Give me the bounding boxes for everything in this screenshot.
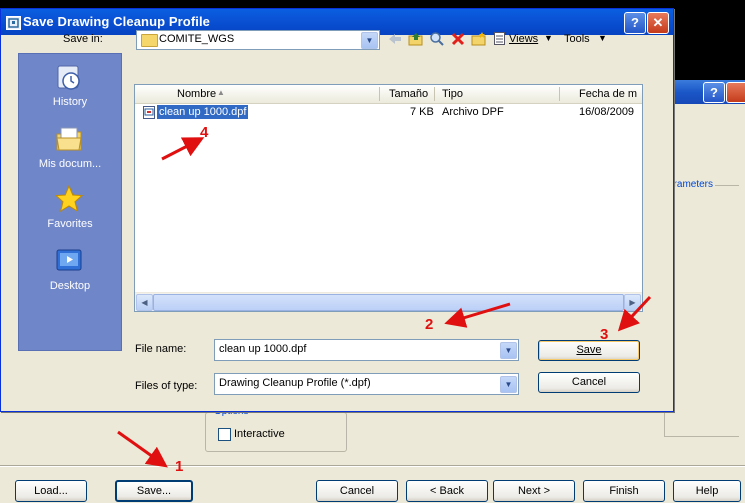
- annotation-overlay: [117, 137, 652, 468]
- annotation-arrow-4: [161, 137, 205, 161]
- annotation-number-4: 4: [200, 124, 209, 141]
- annotation-number-3: 3: [600, 326, 609, 343]
- annotation-arrow-1: [117, 430, 168, 468]
- annotation-arrow-2: [444, 302, 511, 328]
- annotation-number-1: 1: [175, 458, 184, 475]
- annotation-arrow-3: [617, 295, 652, 332]
- annotation-number-2: 2: [425, 316, 434, 333]
